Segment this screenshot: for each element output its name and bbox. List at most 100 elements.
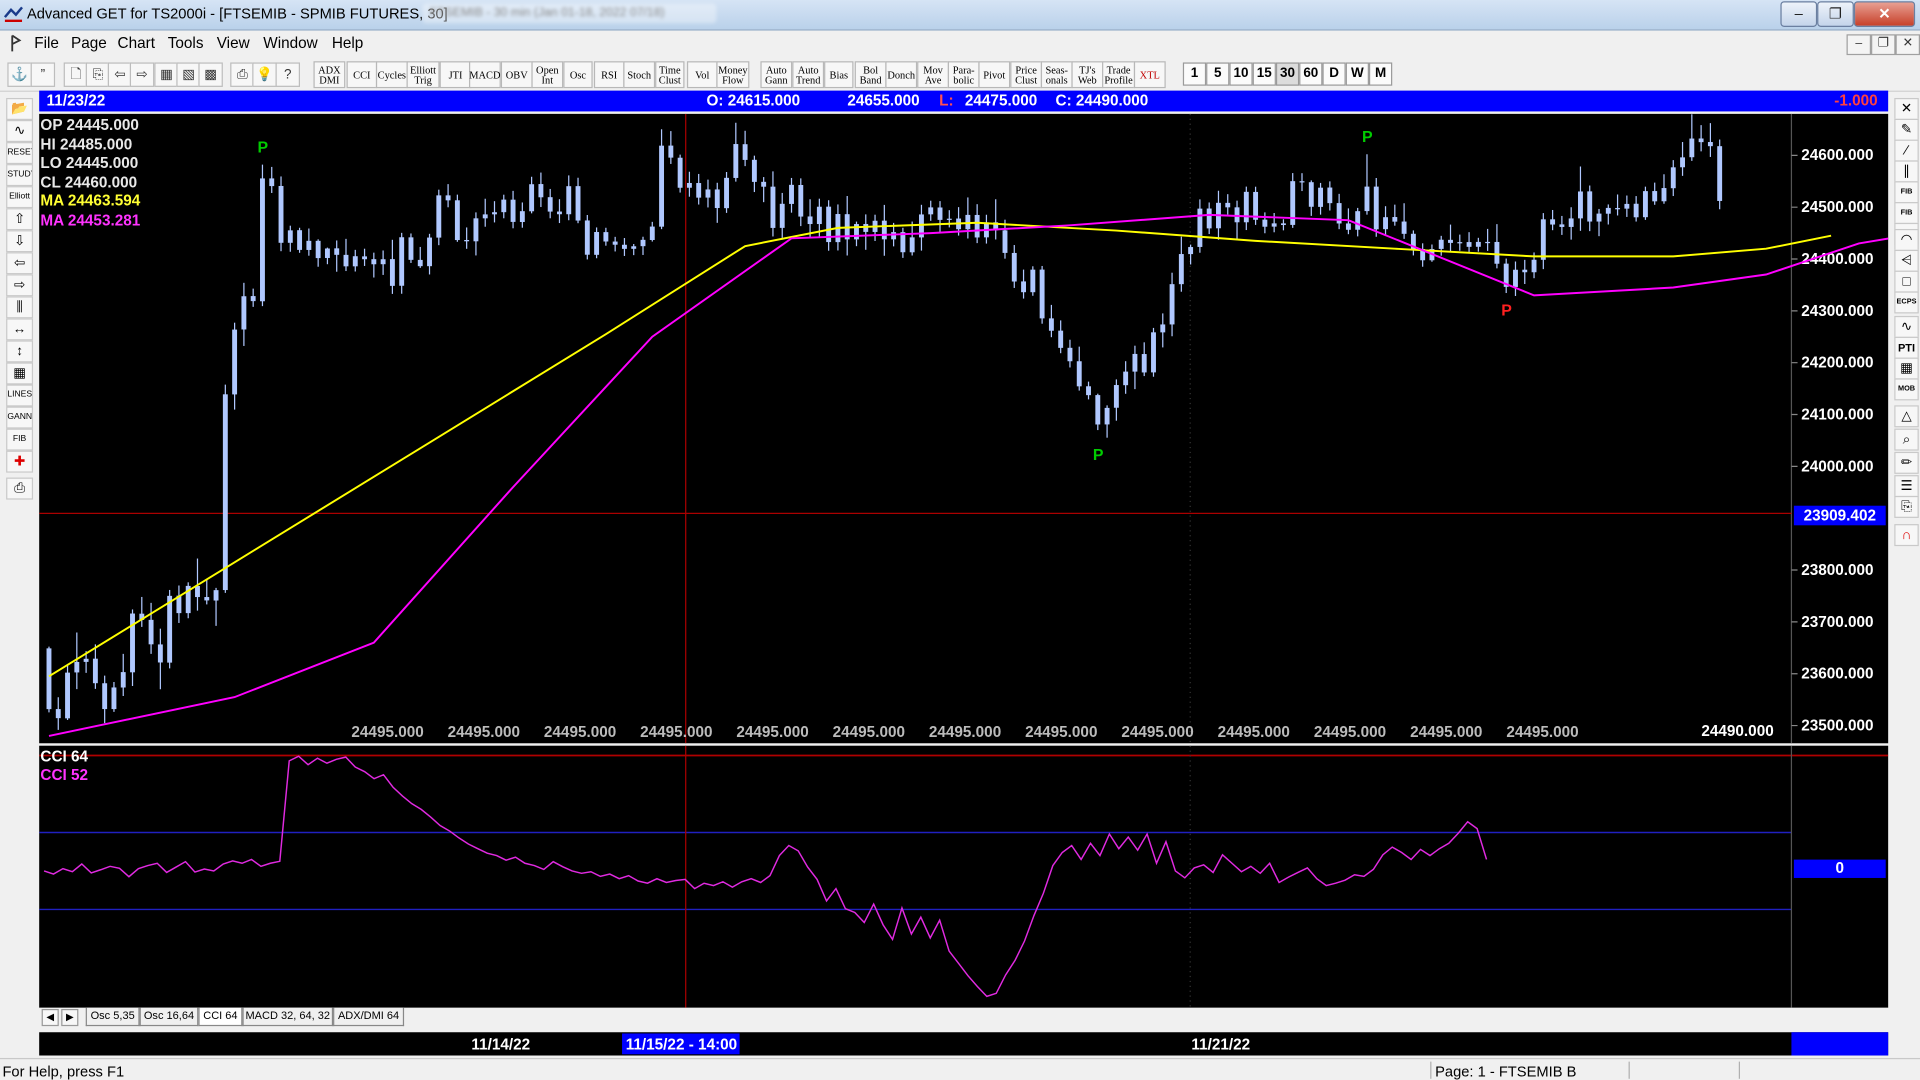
- layout-button[interactable]: ▦: [154, 62, 179, 87]
- copy-chart-button[interactable]: ⎘: [85, 62, 111, 87]
- down-arrow-tool-button[interactable]: ⇩: [6, 230, 34, 253]
- toolbar-price-clust-button[interactable]: Price Clust: [1010, 61, 1043, 89]
- quote-button[interactable]: ”: [30, 62, 56, 87]
- scroll-region[interactable]: [1791, 1032, 1889, 1056]
- left-arrow-tool-button[interactable]: ⇦: [6, 252, 34, 275]
- trend-line-tool-button[interactable]: ∕: [1894, 139, 1919, 162]
- menu-view[interactable]: View: [217, 34, 250, 51]
- toolbar-auto-trend-button[interactable]: Auto Trend: [792, 61, 825, 89]
- ecps-tool-button[interactable]: ECPS: [1894, 291, 1919, 314]
- tab-osc-16-64[interactable]: Osc 16,64: [139, 1007, 199, 1027]
- reset-tool-button[interactable]: RESET: [6, 142, 34, 165]
- pointer-tool-button[interactable]: ⚓: [7, 62, 32, 87]
- maximize-button[interactable]: ❐: [1817, 1, 1854, 27]
- list-tool-button[interactable]: ☰: [1894, 475, 1919, 498]
- tile-button[interactable]: ▧: [176, 62, 201, 87]
- lines-tool-button[interactable]: LINES: [6, 384, 34, 407]
- toolbar-xtl-button[interactable]: XTL: [1133, 61, 1166, 89]
- toolbar-donch-button[interactable]: Donch: [885, 61, 918, 89]
- table-tool-button[interactable]: ▦: [1894, 357, 1919, 380]
- pencil-tool-button[interactable]: ✎: [1894, 118, 1919, 141]
- toolbar-rsi-button[interactable]: RSI: [593, 61, 625, 89]
- toolbar-tj-web-button[interactable]: TJ's Web: [1071, 61, 1104, 89]
- elliott-tool-button[interactable]: ∿: [6, 120, 34, 143]
- back-button[interactable]: ⇦: [107, 62, 133, 87]
- minimize-button[interactable]: –: [1780, 1, 1818, 27]
- toolbar-obv-button[interactable]: OBV: [500, 61, 533, 89]
- folder-tool-button[interactable]: 📂: [6, 97, 34, 120]
- timeframe-d-button[interactable]: D: [1322, 62, 1346, 86]
- study-tool-button[interactable]: STUDY: [6, 164, 34, 187]
- wave-tool-button[interactable]: ∿: [1894, 315, 1919, 338]
- menu-file[interactable]: File: [34, 34, 59, 51]
- copy-tool-button[interactable]: ⎘: [1894, 495, 1919, 518]
- timeframe-10-button[interactable]: 10: [1229, 62, 1253, 86]
- channel-tool-button[interactable]: ∥: [1894, 160, 1919, 183]
- toolbar-money-flow-button[interactable]: Money Flow: [716, 61, 750, 89]
- tab-osc-5-35[interactable]: Osc 5,35: [85, 1007, 140, 1027]
- grid-tool-button[interactable]: ▦: [6, 362, 34, 385]
- close-button[interactable]: ✕: [1853, 1, 1916, 27]
- grid-button[interactable]: ▩: [198, 62, 223, 87]
- tab-cci-64[interactable]: CCI 64: [198, 1007, 243, 1027]
- fib-ext-tool-button[interactable]: FIB EXT: [1894, 202, 1919, 225]
- right-arrow-tool-button[interactable]: ⇨: [6, 274, 34, 297]
- zoom-tool-button[interactable]: ⌕: [1894, 428, 1919, 451]
- menu-tools[interactable]: Tools: [168, 34, 204, 51]
- tab-adx-dmi[interactable]: ADX/DMI 64: [333, 1007, 405, 1027]
- menu-chart[interactable]: Chart: [118, 34, 155, 51]
- tab-macd[interactable]: MACD 32, 64, 32: [242, 1007, 334, 1027]
- menu-help[interactable]: Help: [332, 34, 363, 51]
- toolbar-parabolic-button[interactable]: Para-bolic: [947, 61, 980, 89]
- box-tool-button[interactable]: □: [1894, 270, 1919, 293]
- print-button[interactable]: ⎙: [230, 62, 255, 87]
- timeframe-w-button[interactable]: W: [1345, 62, 1369, 86]
- compress-tool-button[interactable]: ⫼: [6, 296, 34, 319]
- toolbar-seasonals-button[interactable]: Seas-onals: [1040, 61, 1073, 89]
- timeframe-m-button[interactable]: M: [1368, 62, 1393, 86]
- fib-tool-button[interactable]: FIB: [6, 428, 34, 451]
- menu-page[interactable]: Page: [71, 34, 107, 51]
- paint-tool-button[interactable]: ✏: [1894, 451, 1919, 474]
- toolbar-trade-profile-button[interactable]: Trade Profile: [1102, 61, 1136, 89]
- timeframe-60-button[interactable]: 60: [1299, 62, 1323, 86]
- elliott-label-tool-button[interactable]: Elliott: [6, 186, 34, 209]
- timeframe-1-button[interactable]: 1: [1182, 62, 1207, 86]
- toolbar-bol-band-button[interactable]: Bol Band: [854, 61, 887, 89]
- toolbar-adx-dmi-button[interactable]: ADX DMI: [313, 61, 346, 89]
- up-arrow-tool-button[interactable]: ⇧: [6, 208, 34, 231]
- timeframe-5-button[interactable]: 5: [1206, 62, 1230, 86]
- toolbar-bias-button[interactable]: Bias: [824, 61, 854, 89]
- toolbar-vol-button[interactable]: Vol: [686, 61, 718, 89]
- toolbar-stoch-button[interactable]: Stoch: [623, 61, 656, 89]
- toolbar-auto-gann-button[interactable]: Auto Gann: [760, 61, 793, 89]
- triangle-tool-button[interactable]: △: [1894, 405, 1919, 428]
- toolbar-cci-button[interactable]: CCI: [346, 61, 378, 89]
- forward-button[interactable]: ⇨: [129, 62, 155, 87]
- price-chart-pane[interactable]: 24600.000 24500.000 24400.000 24300.000 2420…: [39, 113, 1889, 744]
- mdi-restore-button[interactable]: ❐: [1871, 34, 1896, 56]
- context-help-button[interactable]: ?: [275, 62, 300, 87]
- pti-tool-button[interactable]: PTI: [1894, 336, 1919, 359]
- crosshair-tool-button[interactable]: ✚: [6, 450, 34, 473]
- toolbar-time-clust-button[interactable]: Time Clust: [655, 61, 685, 89]
- mdi-minimize-button[interactable]: –: [1846, 34, 1872, 56]
- mob-tool-button[interactable]: MOB: [1894, 378, 1919, 401]
- mdi-close-button[interactable]: ✕: [1895, 34, 1920, 56]
- timeframe-30-button[interactable]: 30: [1275, 62, 1300, 86]
- fib-ret-tool-button[interactable]: FIB RET: [1894, 181, 1919, 204]
- toolbar-cycles-button[interactable]: Cycles: [375, 61, 408, 89]
- magnet-tool-button[interactable]: ∩: [1894, 524, 1919, 547]
- gann-tool-button[interactable]: GANN: [6, 406, 34, 429]
- tab-scroll-left[interactable]: ◀: [41, 1008, 59, 1027]
- zoom-v-tool-button[interactable]: ↕: [6, 340, 34, 363]
- toolbar-macd-button[interactable]: MACD: [468, 61, 501, 89]
- close-x-tool-button[interactable]: ✕: [1894, 97, 1919, 120]
- toolbar-mov-ave-button[interactable]: Mov Ave: [917, 61, 949, 89]
- new-chart-button[interactable]: 🗋: [63, 62, 89, 87]
- fan-tool-button[interactable]: ⩤: [1894, 249, 1919, 272]
- arc-tool-button[interactable]: ◠: [1894, 228, 1919, 252]
- toolbar-elliott-trig-button[interactable]: Elliott Trig: [406, 61, 440, 89]
- menu-window[interactable]: Window: [263, 34, 317, 51]
- expand-tool-button[interactable]: ↔: [6, 318, 34, 341]
